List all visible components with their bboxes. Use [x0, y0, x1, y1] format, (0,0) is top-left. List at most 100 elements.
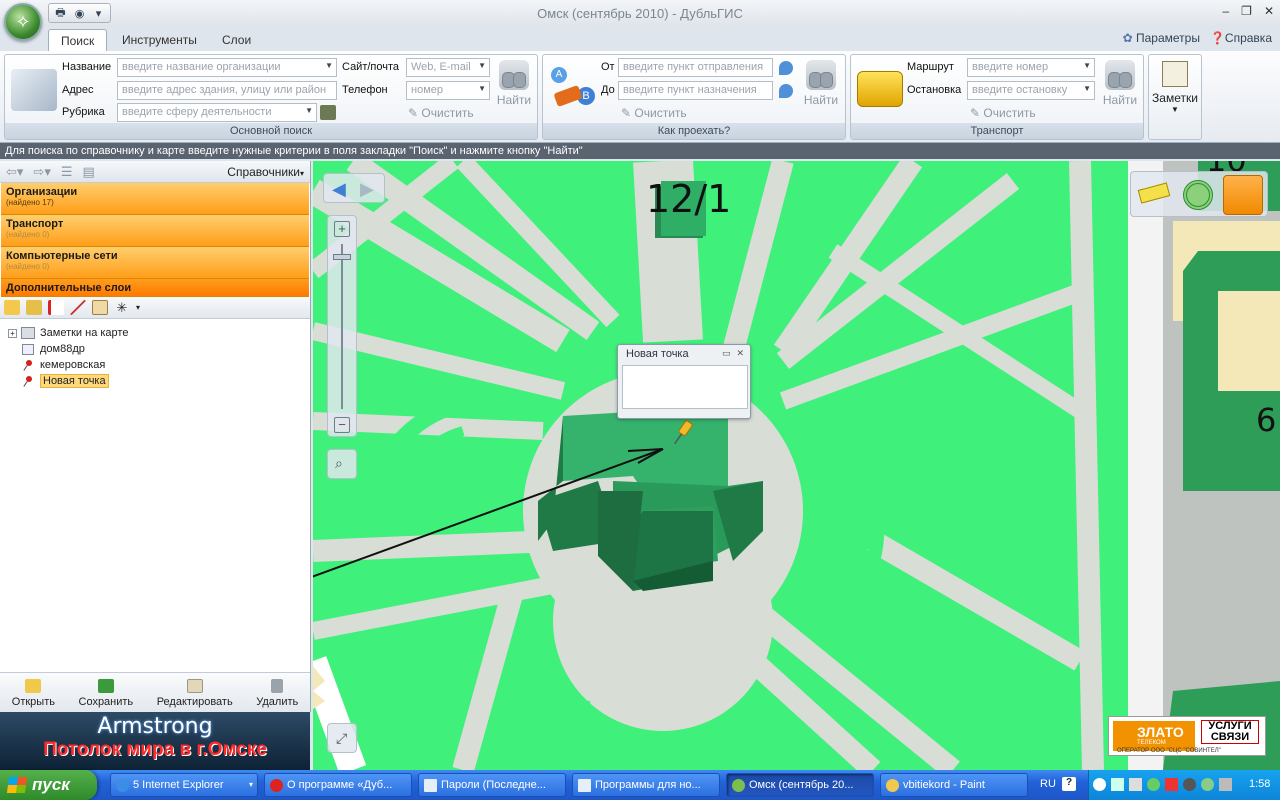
pages-icon[interactable]: ▤ — [83, 164, 95, 180]
save-button[interactable]: Сохранить — [79, 679, 133, 708]
chevron-down-icon[interactable]: ▼ — [1083, 61, 1091, 70]
ribbon: Название введите название организации ▼ А… — [0, 51, 1280, 143]
map-back-icon[interactable]: ◀ — [332, 179, 346, 200]
pin-icon[interactable] — [48, 300, 64, 315]
compass-icon: ✧ — [15, 11, 31, 32]
site-input[interactable]: Web, E-mail ▼ — [406, 58, 490, 77]
popup-minimize-icon[interactable]: ▭ — [722, 348, 731, 359]
route-number-input[interactable]: введите номер ▼ — [967, 58, 1095, 77]
chevron-down-icon[interactable]: ▼ — [478, 84, 486, 93]
directory-dropdown[interactable]: Справочники▾ — [227, 165, 304, 179]
delete-button[interactable]: Удалить — [256, 679, 298, 708]
task-programs[interactable]: Программы для но... — [572, 773, 720, 797]
tree-item-note[interactable]: кемеровская — [8, 357, 310, 373]
phone-input[interactable]: номер ▼ — [406, 81, 490, 100]
map-view[interactable]: 12/1 6 10 ◀ ▶ + − ⌕ ⤢ Новая точка ▭ ✕ ЗЛ… — [313, 161, 1280, 770]
help-icon[interactable]: ? — [1062, 777, 1076, 791]
chevron-down-icon[interactable]: ▼ — [478, 61, 486, 70]
task-passwords[interactable]: Пароли (Последне... — [418, 773, 566, 797]
stop-input[interactable]: введите остановку ▼ — [967, 81, 1095, 100]
zoom-slider-thumb[interactable] — [333, 254, 351, 260]
tab-layers[interactable]: Слои — [210, 29, 263, 51]
back-icon[interactable]: ⇦▾ — [6, 164, 23, 180]
close-icon[interactable]: ✕ — [1264, 4, 1274, 18]
tree-item-note[interactable]: дом88др — [8, 341, 310, 357]
tree-item-note-selected[interactable]: Новая точка — [8, 373, 310, 389]
ruler-icon[interactable] — [1137, 182, 1171, 204]
zoom-out-icon[interactable]: − — [334, 417, 350, 433]
params-link[interactable]: ✿ Параметры — [1123, 31, 1200, 45]
fullscreen-button[interactable]: ⤢ — [327, 723, 357, 753]
sponsor-logo[interactable]: ЗЛАТО ТЕЛЕКОМ УСЛУГИ СВЯЗИ ОПЕРАТОР ООО "… — [1108, 716, 1266, 756]
notes-icon — [1162, 61, 1188, 87]
rubric-tree-icon[interactable] — [320, 105, 336, 120]
tab-search[interactable]: Поиск — [48, 29, 108, 51]
task-paint[interactable]: vbitiekord - Paint — [880, 773, 1028, 797]
category-extra-layers[interactable]: Дополнительные слои — [1, 279, 309, 297]
transport-clear-button[interactable]: ✎ Очистить — [970, 106, 1036, 120]
tray-app-icon[interactable] — [1183, 778, 1196, 791]
minimize-icon[interactable]: – — [1222, 4, 1229, 18]
radar-icon[interactable] — [1183, 180, 1213, 210]
chevron-down-icon[interactable]: ▼ — [1083, 84, 1091, 93]
to-input[interactable]: введите пункт назначения — [618, 81, 773, 100]
restore-icon[interactable]: ❐ — [1241, 4, 1252, 18]
start-button[interactable]: пуск — [0, 770, 97, 800]
map-forward-icon[interactable]: ▶ — [360, 179, 374, 200]
popup-text-area[interactable] — [622, 365, 748, 409]
folder-refresh-icon[interactable] — [26, 300, 42, 315]
category-networks[interactable]: Компьютерные сети (найдено 0) — [1, 247, 309, 279]
task-internet-explorer[interactable]: 5 Internet Explorer ▾ — [110, 773, 258, 797]
tab-tools[interactable]: Инструменты — [110, 29, 209, 51]
note-popup[interactable]: Новая точка ▭ ✕ — [617, 344, 751, 419]
folder-icon[interactable] — [4, 300, 20, 315]
zoom-in-icon[interactable]: + — [334, 221, 350, 237]
from-input[interactable]: введите пункт отправления — [618, 58, 773, 77]
tray-network-icon[interactable] — [1111, 778, 1124, 791]
zoom-area-button[interactable]: ⌕ — [327, 449, 357, 479]
chevron-down-icon[interactable]: ▼ — [325, 61, 333, 70]
address-input[interactable]: введите адрес здания, улицу или район — [117, 81, 337, 100]
zoom-slider-track[interactable] — [341, 244, 343, 409]
pick-on-map-icon[interactable] — [779, 84, 793, 98]
edit-button[interactable]: Редактировать — [157, 679, 233, 708]
tray-monitor-icon[interactable] — [1219, 778, 1232, 791]
category-transport[interactable]: Транспорт (найдено 0) — [1, 215, 309, 247]
3d-view-icon[interactable] — [1223, 175, 1263, 215]
tray-arrow-icon[interactable] — [1093, 778, 1106, 791]
transport-find-button[interactable]: Найти — [1101, 60, 1139, 114]
pick-on-map-icon[interactable] — [779, 61, 793, 75]
tray-app-icon[interactable] — [1129, 778, 1142, 791]
asterisk-icon[interactable]: ✳ — [114, 300, 130, 315]
tray-app-icon[interactable] — [1147, 778, 1160, 791]
task-about[interactable]: О программе «Дуб... — [264, 773, 412, 797]
polygon-icon[interactable] — [92, 300, 108, 315]
app-menu-button[interactable]: ✧ — [4, 3, 42, 41]
main-clear-button[interactable]: ✎ Очистить — [408, 106, 474, 120]
notes-button[interactable]: Заметки ▼ — [1148, 54, 1202, 140]
forward-icon[interactable]: ⇨▾ — [33, 164, 50, 180]
tray-app-icon[interactable] — [1201, 778, 1214, 791]
name-input[interactable]: введите название организации ▼ — [117, 58, 337, 77]
route-clear-button[interactable]: ✎ Очистить — [621, 106, 687, 120]
route-find-button[interactable]: Найти — [802, 60, 840, 114]
language-indicator[interactable]: RU — [1040, 778, 1056, 790]
main-find-button[interactable]: Найти — [495, 60, 533, 114]
list-icon[interactable]: ☰ — [61, 164, 73, 180]
category-organizations[interactable]: Организации (найдено 17) — [1, 183, 309, 215]
task-doublegis[interactable]: Омск (сентябрь 20... — [726, 773, 874, 797]
open-button[interactable]: Открыть — [12, 679, 55, 708]
clock[interactable]: 1:58 — [1249, 778, 1270, 790]
tray-app-icon[interactable] — [1165, 778, 1178, 791]
route-number-label: Маршрут — [907, 61, 954, 73]
ad-banner[interactable]: Armstrong Потолок мира в г.Омске — [0, 712, 310, 770]
line-icon[interactable] — [70, 300, 86, 315]
chevron-down-icon[interactable]: ▼ — [305, 106, 313, 115]
ie-icon — [116, 779, 129, 792]
popup-close-icon[interactable]: ✕ — [736, 348, 744, 359]
tree-item-notes[interactable]: + Заметки на карте — [8, 325, 310, 341]
help-link[interactable]: ❓Справка — [1210, 31, 1272, 45]
expand-icon[interactable]: + — [8, 328, 17, 338]
rubric-input[interactable]: введите сферу деятельности ▼ — [117, 103, 317, 122]
chevron-down-icon[interactable]: ▾ — [136, 303, 140, 312]
